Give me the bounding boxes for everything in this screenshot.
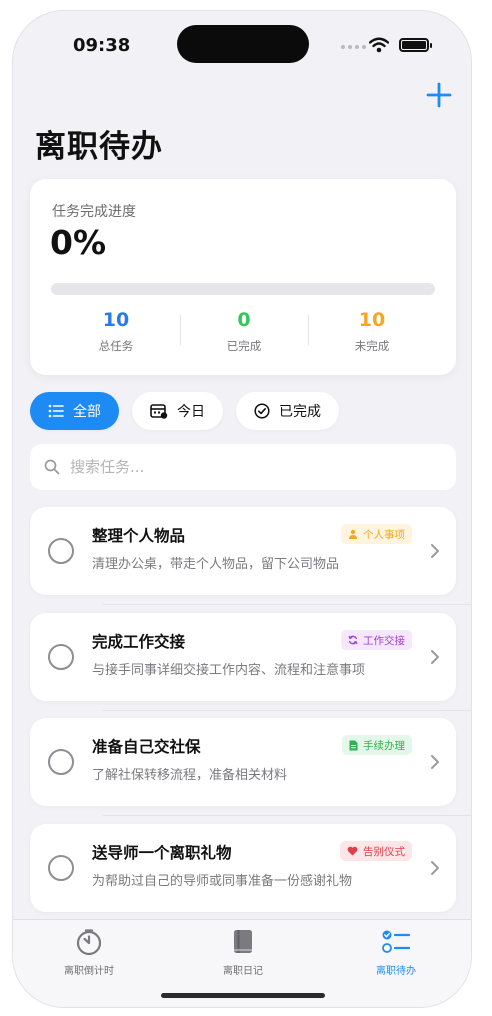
filter-today-button[interactable]: 今日 bbox=[132, 392, 223, 430]
status-time: 09:38 bbox=[73, 35, 131, 56]
page-title: 离职待办 bbox=[35, 129, 163, 165]
task-title: 整理个人物品 bbox=[92, 527, 186, 545]
task-category-tag: 工作交接 bbox=[341, 630, 412, 650]
battery-icon bbox=[399, 38, 432, 52]
stat-total-value: 10 bbox=[102, 309, 130, 331]
dynamic-island bbox=[177, 25, 309, 63]
tab-countdown-label: 离职倒计时 bbox=[64, 966, 114, 977]
filter-all-button[interactable]: 全部 bbox=[30, 392, 119, 430]
wifi-icon bbox=[369, 37, 389, 53]
task-description: 为帮助过自己的导师或同事准备一份感谢礼物 bbox=[92, 874, 353, 889]
chevron-right-icon bbox=[431, 650, 439, 664]
task-checkbox[interactable] bbox=[48, 644, 74, 670]
progress-label: 任务完成进度 bbox=[52, 204, 136, 220]
task-checkbox[interactable] bbox=[48, 855, 74, 881]
cellular-signal-icon bbox=[341, 45, 366, 49]
task-tag-label: 手续办理 bbox=[363, 739, 405, 752]
task-title: 准备自己交社保 bbox=[92, 738, 201, 756]
search-input[interactable] bbox=[70, 458, 410, 476]
filter-bar: 全部 今日 已完成 bbox=[30, 392, 339, 432]
refresh-icon bbox=[348, 635, 358, 645]
task-checkbox[interactable] bbox=[48, 749, 74, 775]
calendar-icon bbox=[150, 404, 168, 419]
timer-icon bbox=[76, 929, 102, 956]
progress-bar bbox=[51, 283, 435, 295]
tab-diary-label: 离职日记 bbox=[223, 966, 263, 977]
filter-today-label: 今日 bbox=[177, 404, 205, 420]
stat-pending: 10 未完成 bbox=[308, 309, 436, 359]
task-tag-label: 个人事项 bbox=[363, 528, 405, 541]
filter-completed-button[interactable]: 已完成 bbox=[236, 392, 339, 430]
filter-completed-label: 已完成 bbox=[279, 404, 321, 420]
task-category-tag: 个人事项 bbox=[341, 524, 412, 544]
chevron-right-icon bbox=[431, 861, 439, 875]
filter-all-label: 全部 bbox=[73, 404, 101, 420]
tab-todo[interactable]: 离职待办 bbox=[336, 928, 456, 977]
stat-completed-value: 0 bbox=[237, 309, 251, 331]
stat-completed-label: 已完成 bbox=[226, 339, 262, 353]
task-item[interactable]: 整理个人物品 清理办公桌，带走个人物品，留下公司物品 个人事项 bbox=[30, 507, 456, 595]
person-icon bbox=[349, 529, 357, 539]
progress-card: 任务完成进度 0% 10 总任务 0 已完成 10 未完成 bbox=[30, 179, 456, 375]
stat-total: 10 总任务 bbox=[52, 309, 180, 359]
checkmark-circle-icon bbox=[254, 403, 270, 419]
list-divider bbox=[103, 710, 471, 711]
heart-icon bbox=[347, 846, 358, 856]
task-category-tag: 手续办理 bbox=[342, 735, 412, 755]
home-indicator bbox=[161, 993, 325, 998]
stat-pending-label: 未完成 bbox=[354, 339, 390, 353]
task-item[interactable]: 送导师一个离职礼物 为帮助过自己的导师或同事准备一份感谢礼物 告别仪式 bbox=[30, 824, 456, 912]
stat-pending-value: 10 bbox=[358, 309, 386, 331]
task-tag-label: 工作交接 bbox=[363, 634, 405, 647]
task-category-tag: 告别仪式 bbox=[340, 841, 412, 861]
progress-percent: 0% bbox=[50, 223, 107, 262]
search-icon bbox=[44, 459, 60, 475]
task-description: 清理办公桌，带走个人物品，留下公司物品 bbox=[92, 557, 340, 572]
task-description: 与接手同事详细交接工作内容、流程和注意事项 bbox=[92, 663, 366, 678]
stat-total-label: 总任务 bbox=[98, 339, 134, 353]
document-icon bbox=[349, 740, 358, 750]
task-description: 了解社保转移流程，准备相关材料 bbox=[92, 768, 288, 783]
task-checkbox[interactable] bbox=[48, 538, 74, 564]
task-item[interactable]: 准备自己交社保 了解社保转移流程，准备相关材料 手续办理 bbox=[30, 718, 456, 806]
checklist-icon bbox=[382, 930, 411, 953]
stats-row: 10 总任务 0 已完成 10 未完成 bbox=[52, 309, 436, 359]
chevron-right-icon bbox=[431, 755, 439, 769]
chevron-right-icon bbox=[431, 544, 439, 558]
add-task-button[interactable] bbox=[425, 81, 453, 109]
task-tag-label: 告别仪式 bbox=[363, 845, 405, 858]
tab-countdown[interactable]: 离职倒计时 bbox=[29, 928, 149, 977]
task-title: 送导师一个离职礼物 bbox=[92, 844, 232, 862]
list-divider bbox=[103, 815, 471, 816]
tab-todo-label: 离职待办 bbox=[376, 966, 416, 977]
list-icon bbox=[48, 404, 64, 418]
task-item[interactable]: 完成工作交接 与接手同事详细交接工作内容、流程和注意事项 工作交接 bbox=[30, 613, 456, 701]
search-bar[interactable] bbox=[30, 444, 456, 490]
book-icon bbox=[234, 930, 252, 953]
phone-screen: 09:38 离职待办 任务完成进度 0% 10 总任务 0 已完成 10 未完成… bbox=[12, 10, 472, 1008]
stat-completed: 0 已完成 bbox=[180, 309, 308, 359]
list-divider bbox=[103, 604, 471, 605]
task-title: 完成工作交接 bbox=[92, 633, 186, 651]
tab-diary[interactable]: 离职日记 bbox=[183, 928, 303, 977]
